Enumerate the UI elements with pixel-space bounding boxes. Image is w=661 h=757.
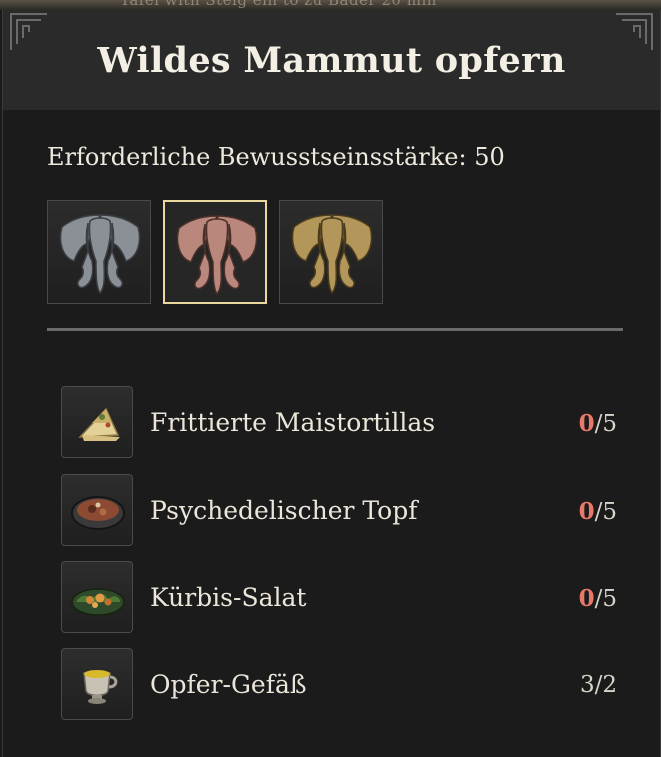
requirement-item[interactable]: Psychedelischer Topf 0/5 [61,474,617,546]
item-name: Opfer-Gefäß [150,670,307,699]
mammoth-option-silver[interactable] [47,200,151,304]
item-count: 3/2 [579,672,617,698]
background-text: Tafel with Steig ein to zu Bader 20 min [120,0,437,9]
item-slot[interactable] [61,648,133,720]
item-slot[interactable] [61,561,133,633]
mammoth-head-icon [291,214,373,295]
chalice-icon [83,670,118,704]
requirement-item[interactable]: Frittierte Maistortillas 0/5 [61,386,617,458]
item-count: 0/5 [578,498,617,525]
item-name: Frittierte Maistortillas [150,408,436,437]
sacrifice-dialog: Wildes Mammut opfern Erforderliche Bewus… [2,10,661,757]
mammoth-head-icon [59,214,141,295]
salad-icon [71,588,125,616]
requirement-item[interactable]: Opfer-Gefäß 3/2 [61,648,617,720]
tortilla-icon [78,407,120,441]
stew-pot-icon [71,496,125,530]
dialog-title: Wildes Mammut opfern [97,40,566,81]
item-count: 0/5 [578,410,617,437]
item-name: Kürbis-Salat [150,583,307,612]
background-strip: Tafel with Steig ein to zu Bader 20 min [0,0,661,10]
mammoth-head-icon [176,215,258,296]
section-divider [47,328,623,331]
item-slot[interactable] [61,386,133,458]
mammoth-option-gold[interactable] [279,200,383,304]
requirement-label: Erforderliche Bewusstseinsstärke: 50 [47,143,505,171]
requirement-item[interactable]: Kürbis-Salat 0/5 [61,561,617,633]
dialog-header: Wildes Mammut opfern [3,10,660,110]
item-name: Psychedelischer Topf [150,496,418,525]
item-slot[interactable] [61,474,133,546]
mammoth-option-bronze[interactable] [163,200,267,304]
item-count: 0/5 [578,585,617,612]
